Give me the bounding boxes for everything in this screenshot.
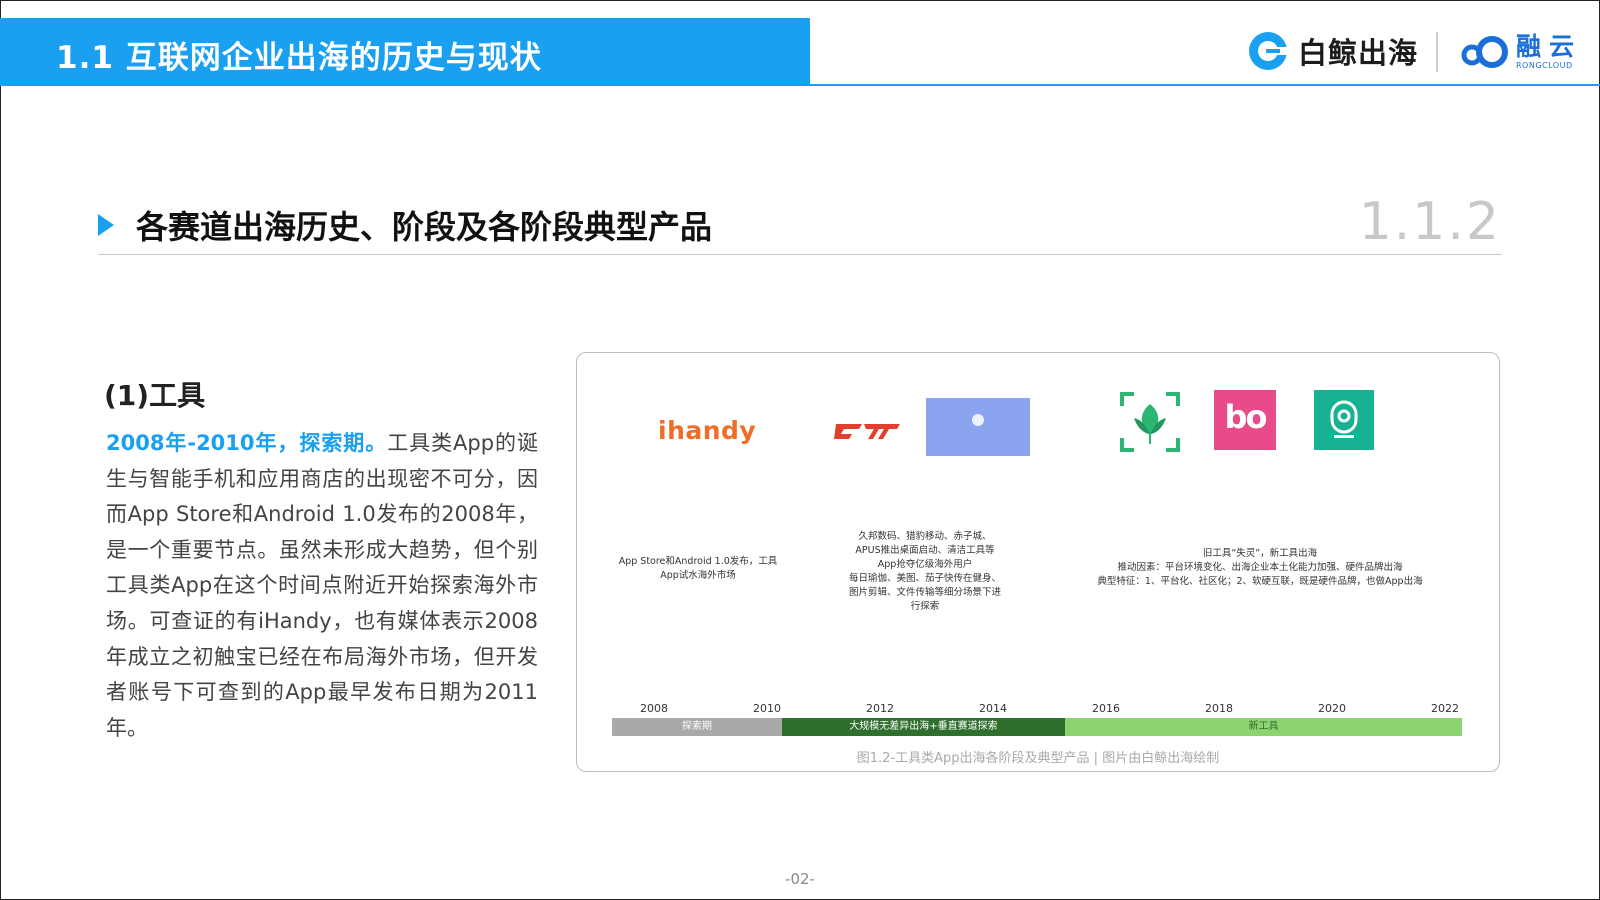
body-paragraph: 2008年-2010年，探索期。工具类App的诞生与智能手机和应用商店的出现密不… [106,426,538,746]
logo-divider [1436,32,1438,72]
baijing-logo: 白鲸出海 [1246,28,1418,74]
note-stage3-line: 推动因素：平台环境变化、出海企业本土化能力加强、硬件品牌出海 [1117,562,1403,573]
baijing-logo-text: 白鲸出海 [1298,36,1419,70]
rongcloud-logo-cn: 融云 [1516,32,1583,61]
timeline-year-label: 2022 [1431,702,1459,715]
timeline-year-label: 2012 [866,702,894,715]
blue-app-logo [926,398,1030,456]
note-stage2-line: App抢夺亿级海外用户 [877,559,973,570]
note-stage2-line: 图片剪辑、文件传输等细分场景下进 [848,587,1001,598]
blue-app-logo-mark-icon [972,414,984,426]
note-stage3-line: 典型特征：1、平台化、社区化；2、软硬互联，既是硬件品牌，也做App出海 [1097,576,1423,587]
page-number: -02- [785,870,815,888]
section-number: 1.1.2 [1358,192,1501,252]
note-stage2-line: 久邦数码、猎豹移动、赤子城、 [858,531,992,542]
section-arrow-icon [98,214,114,236]
rongcloud-logo: 融云 RONGCLOUD [1458,30,1582,74]
timeline-stage-mass: 大规模无差异出海+垂直赛道探索 [782,718,1065,736]
note-stage1-line: App Store和Android 1.0发布，工具 [618,556,778,567]
note-stage2-line: APUS推出桌面启动、清洁工具等 [855,545,995,556]
figure-caption: 图1.2-工具类App出海各阶段及典型产品 | 图片由白鲸出海绘制 [856,751,1220,766]
timeline-year-label: 2014 [979,702,1007,715]
note-stage2: 久邦数码、猎豹移动、赤子城、 APUS推出桌面启动、清洁工具等 App抢夺亿级海… [830,530,1020,614]
rongcloud-logo-icon [1461,36,1508,68]
timeline-year-label: 2020 [1318,702,1346,715]
ihandy-logo: ihandy [658,416,757,445]
timeline-stage-new: 新工具 [1065,718,1462,736]
subheading: (1)工具 [104,379,206,412]
header-title: 1.1 互联网企业出海的历史与现状 [56,40,542,76]
teal-camera-icon [1330,400,1358,438]
timeline-bar: 探索期 大规模无差异出海+垂直赛道探索 新工具 [612,718,1462,736]
section-rule [98,254,1502,255]
body-text: 工具类App的诞生与智能手机和应用商店的出现密不可分，因而App Store和A… [106,431,538,740]
rongcloud-logo-en: RONGCLOUD [1516,61,1573,70]
scan-flower-logo-icon [1120,392,1180,452]
timeline-year-label: 2008 [640,702,668,715]
note-stage3-line: 旧工具“失灵”，新工具出海 [1202,548,1318,559]
timeline-stage-explore: 探索期 [612,718,782,736]
timeline-year-label: 2016 [1092,702,1120,715]
note-stage1: App Store和Android 1.0发布，工具 App试水海外市场 [600,555,796,583]
note-stage1-line: App试水海外市场 [660,570,736,581]
note-stage3: 旧工具“失灵”，新工具出海 推动因素：平台环境变化、出海企业本土化能力加强、硬件… [1070,547,1450,589]
baijing-logo-icon [1249,32,1288,70]
timeline-year-label: 2018 [1205,702,1233,715]
note-stage2-line: 行探索 [910,601,940,612]
cm-logo-icon [834,424,900,439]
pink-app-logo-text: bo [1224,398,1268,436]
timeline-year-label: 2010 [753,702,781,715]
note-stage2-line: 每日瑜伽、美图、茄子快传在健身、 [848,573,1001,584]
section-title: 各赛道出海历史、阶段及各阶段典型产品 [136,208,713,246]
header-rule [810,84,1600,86]
body-highlight: 2008年-2010年，探索期。 [106,431,388,455]
